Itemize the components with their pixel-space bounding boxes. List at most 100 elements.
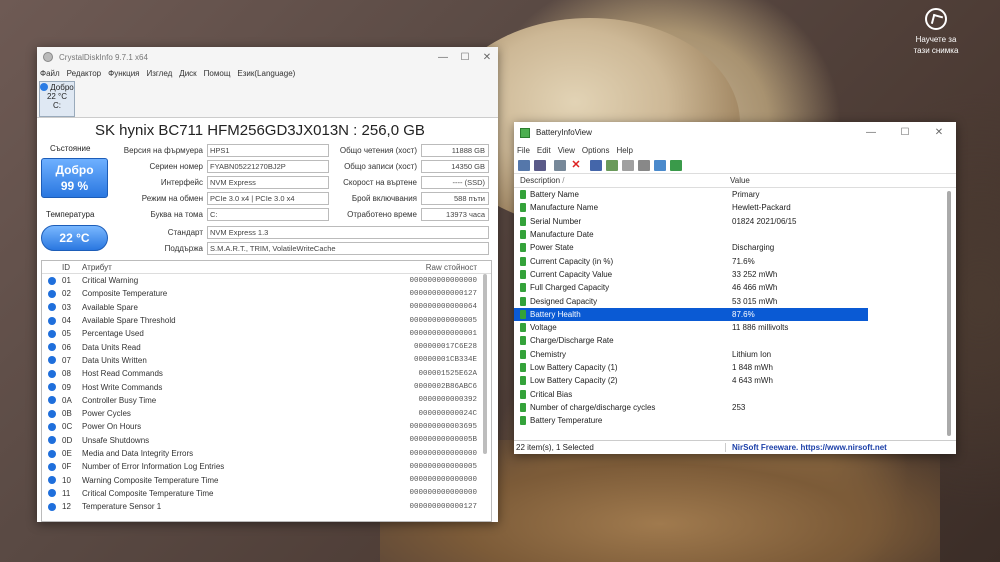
smart-rows: 01 Critical Warning 000000000000000 02 Compo… [42,274,491,513]
window-icon[interactable] [554,159,566,171]
properties-icon[interactable] [518,159,530,171]
cdi-menu-item[interactable]: Език(Language) [237,69,295,78]
temperature-button[interactable]: 22 °C [41,225,108,251]
disk-tab-temp: 22 °C [46,92,68,101]
cdi-menu-item[interactable]: Изглед [147,69,173,78]
refresh-icon[interactable] [606,159,618,171]
features-label: Поддържа [164,244,203,253]
col-id[interactable]: ID [62,263,82,272]
cdi-menu-item[interactable]: Редактор [67,69,101,78]
health-status-button[interactable]: Добро 99 % [41,158,108,198]
battery-icon [520,363,526,372]
battery-row[interactable]: Battery Name Primary [514,188,956,201]
cdi-menu-item[interactable]: Диск [179,69,196,78]
smart-row[interactable]: 0F Number of Error Information Log Entrie… [42,460,491,473]
attr-raw: 00000000000005B [409,436,477,445]
battery-row[interactable]: Serial Number 01824 2021/06/15 [514,215,956,228]
smart-row[interactable]: 0E Media and Data Integrity Errors 0000000… [42,447,491,460]
save-icon[interactable] [590,159,602,171]
battery-icon [520,336,526,346]
health-dot-icon [40,83,49,91]
battery-row[interactable]: Power State Discharging [514,241,956,254]
smart-row[interactable]: 0C Power On Hours 000000000003695 [42,420,491,433]
biv-menu-item[interactable]: File [517,146,530,155]
health-status: Добро [55,163,94,177]
battery-row[interactable]: Battery Health 87.6% [514,307,868,321]
battery-row[interactable]: Current Capacity (in %) 71.6% [514,254,956,267]
camera-location-icon [925,8,947,30]
biv-menu-item[interactable]: Options [582,146,610,155]
smart-row[interactable]: 12 Temperature Sensor 1 000000000000127 [42,500,491,513]
battery-row[interactable]: Chemistry Lithium Ion [514,348,956,361]
battery-row[interactable]: Battery Temperature [514,414,956,427]
smart-row[interactable]: 0A Controller Busy Time 0000000000392 [42,394,491,407]
close-icon[interactable]: ✕ [922,127,956,138]
smart-table-scrollbar[interactable] [483,274,487,454]
biv-menu-item[interactable]: View [558,146,575,155]
smart-row[interactable]: 11 Critical Composite Temperature Time 000… [42,487,491,500]
cdi-titlebar[interactable]: CrystalDiskInfo 9.7.1 x64 — ☐ ✕ [37,47,498,67]
smart-row[interactable]: 07 Data Units Written 00000001CB334E [42,354,491,367]
battery-icon [520,416,526,426]
battery-row[interactable]: Voltage 11 886 millivolts [514,321,956,334]
smart-row[interactable]: 09 Host Write Commands 0000002B86ABC6 [42,380,491,393]
battery-row[interactable]: Full Charged Capacity 46 466 mWh [514,281,956,294]
cdi-menu-item[interactable]: Файл [40,69,60,78]
biv-titlebar[interactable]: BatteryInfoView — ☐ ✕ [514,122,956,143]
minimize-icon[interactable]: — [854,127,888,138]
close-icon[interactable]: ✕ [476,52,498,63]
biv-menu-item[interactable]: Edit [537,146,551,155]
delete-icon[interactable]: ✕ [570,159,582,171]
attr-raw: 000000000000005 [409,462,477,471]
battery-description: Serial Number [530,216,582,226]
biv-menu-item[interactable]: Help [616,146,632,155]
col-value[interactable]: Value [726,176,750,185]
learn-about-picture-widget[interactable]: Научете за тази снимка [908,8,964,56]
maximize-icon[interactable]: ☐ [454,52,476,63]
rotation-label: Скорост на въртене [343,178,417,187]
cdi-menu-item[interactable]: Помощ [204,69,231,78]
smart-row[interactable]: 01 Critical Warning 000000000000000 [42,274,491,287]
battery-row[interactable]: Critical Bias [514,387,956,400]
smart-row[interactable]: 10 Warning Composite Temperature Time 0000… [42,473,491,486]
attr-id: 07 [62,355,71,365]
battery-row[interactable]: Manufacture Name Hewlett-Packard [514,201,956,214]
batteryinfoview-window: BatteryInfoView — ☐ ✕ File Edit View Option… [514,122,956,454]
smart-row[interactable]: 0D Unsafe Shutdowns 00000000000005B [42,434,491,447]
attr-id: 11 [62,488,71,498]
list-view-icon[interactable] [534,159,546,171]
copy-icon[interactable] [622,159,634,171]
cdi-menu-item[interactable]: Функция [108,69,139,78]
maximize-icon[interactable]: ☐ [888,127,922,138]
battery-row[interactable]: Low Battery Capacity (2) 4 643 mWh [514,374,956,387]
status-dot-icon [42,422,62,431]
status-dot-icon [42,462,62,471]
battery-row[interactable]: Designed Capacity 53 015 mWh [514,294,956,307]
report-icon[interactable] [638,159,650,171]
biv-scrollbar[interactable] [947,191,951,436]
battery-row[interactable]: Number of charge/discharge cycles 253 [514,401,956,414]
smart-attribute-table[interactable]: ID Атрибут Raw стойност 01 Critical Warni… [41,260,492,522]
battery-description: Designed Capacity [530,296,598,306]
col-description[interactable]: Description / [514,176,726,185]
smart-row[interactable]: 03 Available Spare 000000000000064 [42,301,491,314]
smart-row[interactable]: 0B Power Cycles 000000000024C [42,407,491,420]
find-icon[interactable] [654,159,666,171]
smart-row[interactable]: 02 Composite Temperature 000000000000127 [42,287,491,300]
exit-icon[interactable] [670,159,682,171]
minimize-icon[interactable]: — [432,52,454,63]
disk-tab[interactable]: Добро 22 °C C: [39,81,75,117]
status-dot-icon [42,316,62,325]
battery-row[interactable]: Current Capacity Value 33 252 mWh [514,268,956,281]
battery-row[interactable]: Manufacture Date [514,228,956,241]
battery-row[interactable]: Low Battery Capacity (1) 1 848 mWh [514,361,956,374]
battery-row[interactable]: Charge/Discharge Rate [514,334,956,347]
smart-row[interactable]: 06 Data Units Read 000000017C6E28 [42,340,491,353]
smart-row[interactable]: 05 Percentage Used 000000000000001 [42,327,491,340]
attr-name: Available Spare Threshold [82,316,176,326]
col-raw-value[interactable]: Raw стойност [382,263,477,272]
col-attribute[interactable]: Атрибут [82,263,382,272]
smart-row[interactable]: 08 Host Read Commands 000001525E62A [42,367,491,380]
smart-row[interactable]: 04 Available Spare Threshold 0000000000000… [42,314,491,327]
nirsoft-link[interactable]: NirSoft Freeware. https://www.nirsoft.ne… [726,443,887,452]
